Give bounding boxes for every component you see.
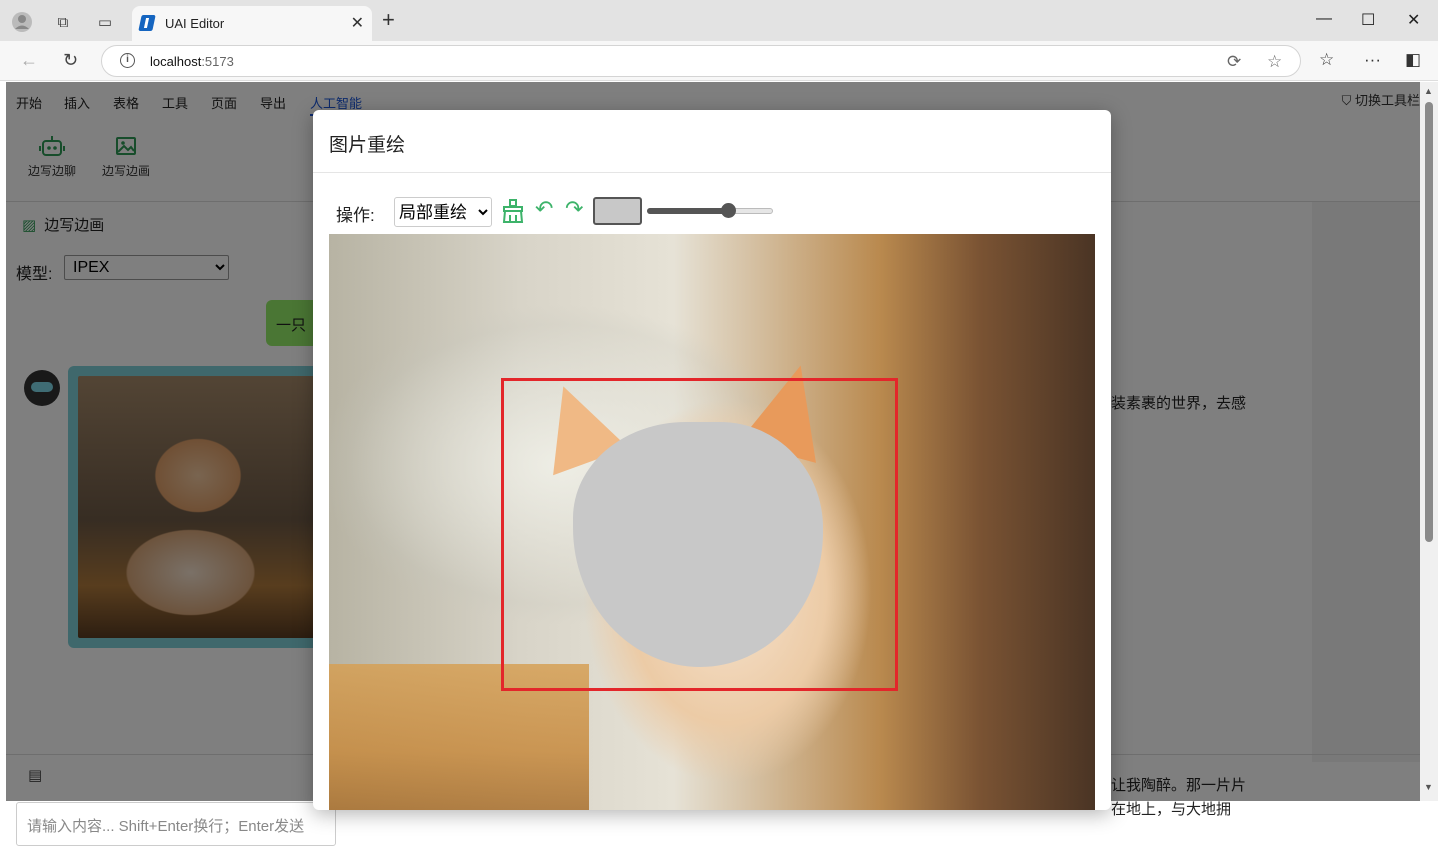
operation-select[interactable]: 局部重绘	[394, 197, 492, 227]
browser-titlebar: ⧉ ▭ UAI Editor ✕ + — ☐ ✕	[0, 0, 1438, 41]
chat-input[interactable]: 请输入内容... Shift+Enter换行；Enter发送	[16, 802, 336, 846]
browser-toolbar: ← ↻ i localhost:5173 ⟳ ☆ ☆ ··· ◧	[0, 41, 1438, 81]
workspaces-icon[interactable]: ⧉	[51, 10, 75, 34]
clear-brush-icon[interactable]	[501, 198, 525, 228]
reload-icon[interactable]: ↻	[63, 50, 78, 71]
app-favicon-icon	[138, 15, 156, 31]
dialog-title: 图片重绘	[329, 135, 406, 156]
undo-icon[interactable]: ↶	[535, 198, 553, 220]
redo-icon[interactable]: ↷	[565, 198, 583, 220]
profile-icon[interactable]	[10, 10, 34, 34]
selection-rectangle[interactable]	[501, 378, 898, 691]
tab-title: UAI Editor	[165, 16, 225, 31]
brush-color-swatch[interactable]	[593, 197, 642, 225]
close-tab-icon[interactable]: ✕	[351, 13, 364, 33]
doc-text-line: 在地上，与大地拥	[1111, 801, 1232, 818]
site-info-icon[interactable]: i	[120, 53, 135, 68]
favorites-icon[interactable]: ☆	[1319, 50, 1334, 70]
slider-knob[interactable]	[720, 203, 736, 218]
address-bar[interactable]: i localhost:5173 ⟳ ☆	[101, 45, 1301, 77]
scrollbar-thumb[interactable]	[1425, 102, 1433, 542]
image-redraw-dialog: 图片重绘 操作: 局部重绘 ↶ ↷	[313, 110, 1111, 810]
tab-actions-icon[interactable]: ▭	[93, 10, 117, 34]
redraw-canvas[interactable]	[329, 234, 1095, 810]
browser-tab[interactable]: UAI Editor ✕	[132, 6, 372, 41]
maximize-icon[interactable]: ☐	[1361, 10, 1375, 30]
url-text: localhost:5173	[150, 54, 234, 69]
sidebar-toggle-icon[interactable]: ◧	[1405, 50, 1421, 70]
operation-label: 操作:	[336, 206, 375, 225]
favorite-star-icon[interactable]: ☆	[1267, 52, 1282, 72]
back-icon[interactable]: ←	[20, 50, 38, 71]
page-scrollbar[interactable]: ▲ ▼	[1420, 82, 1438, 801]
close-window-icon[interactable]: ✕	[1407, 10, 1420, 30]
brush-size-slider[interactable]	[647, 203, 773, 218]
dialog-header: 图片重绘	[313, 110, 1111, 173]
more-icon[interactable]: ···	[1364, 50, 1381, 70]
slider-fill	[647, 208, 728, 214]
scroll-down-icon[interactable]: ▼	[1424, 782, 1433, 792]
redraw-toolbar: 操作: 局部重绘 ↶ ↷	[336, 197, 796, 227]
scroll-up-icon[interactable]: ▲	[1424, 86, 1433, 96]
translate-icon[interactable]: ⟳	[1227, 52, 1241, 72]
minimize-icon[interactable]: —	[1316, 10, 1332, 28]
new-tab-button[interactable]: +	[382, 9, 395, 31]
